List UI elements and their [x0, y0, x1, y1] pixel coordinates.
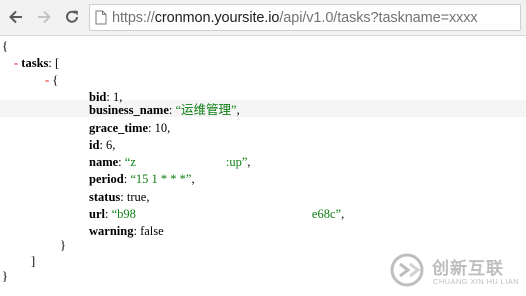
- json-close-brace: }: [2, 269, 8, 283]
- field-grace-time: grace_time: 10,: [89, 121, 171, 135]
- name-value-start: “z: [124, 155, 136, 169]
- warning-key: warning: [89, 224, 134, 238]
- field-name: name: “z:up”,: [89, 155, 251, 169]
- field-id: id: 6,: [89, 138, 116, 152]
- url-value-end: e68c”: [311, 207, 342, 221]
- reload-icon: [66, 10, 78, 23]
- json-open-brace: {: [2, 39, 8, 53]
- business-name-key: business_name: [89, 103, 169, 117]
- url-value-start: “b98: [111, 207, 136, 221]
- field-url: url: “b98 e68c”,: [89, 207, 345, 221]
- id-key: id: [89, 138, 100, 152]
- watermark: 创新互联 CHUANG XIN HU LIAN: [390, 250, 522, 290]
- task-item-open-line: - {: [45, 73, 58, 87]
- tasks-key: tasks: [21, 56, 49, 70]
- grace-time-value: 10: [154, 121, 168, 135]
- field-bid: bid: 1,: [89, 90, 123, 104]
- forward-button[interactable]: [33, 6, 55, 28]
- redacted-region: [135, 207, 312, 220]
- url-host: cronmon.yoursite.io: [154, 9, 280, 26]
- back-arrow-icon: [9, 10, 22, 24]
- period-value: “15 1 * * *”: [130, 172, 192, 186]
- warning-value: false: [140, 224, 164, 238]
- id-value: 6: [106, 138, 113, 152]
- watermark-text-en: CHUANG XIN HU LIAN: [433, 277, 519, 286]
- page-icon: [90, 5, 112, 30]
- redacted-region: [135, 155, 226, 168]
- task-item-close-brace: }: [60, 238, 66, 252]
- watermark-text-cn: 创新互联: [432, 259, 504, 279]
- highlighted-row: [0, 100, 526, 117]
- bid-key: bid: [89, 90, 107, 104]
- task-item-open-brace: {: [52, 73, 59, 87]
- tasks-collapse-toggle[interactable]: -: [14, 56, 18, 70]
- url-text: https://cronmon.yoursite.io/api/v1.0/tas…: [112, 10, 478, 26]
- business-name-value: “运维管理”: [175, 103, 237, 117]
- name-value-end: :up”: [225, 155, 248, 169]
- back-button[interactable]: [5, 6, 27, 28]
- status-key: status: [89, 190, 121, 204]
- tasks-close-bracket: ]: [31, 254, 36, 268]
- url-path: /api/v1.0/tasks?taskname=xxxx: [279, 9, 478, 26]
- watermark-logo-icon: [390, 253, 424, 287]
- task-item-collapse-toggle[interactable]: -: [45, 73, 49, 87]
- name-key: name: [89, 155, 119, 169]
- field-period: period: “15 1 * * *”,: [89, 172, 195, 186]
- url-scheme: https://: [112, 9, 155, 26]
- reload-button[interactable]: [61, 6, 83, 28]
- field-business-name: business_name: “运维管理”,: [89, 103, 240, 117]
- field-warning: warning: false: [89, 224, 164, 238]
- browser-toolbar: https://cronmon.yoursite.io/api/v1.0/tas…: [0, 0, 526, 36]
- period-key: period: [89, 172, 124, 186]
- forward-arrow-icon: [38, 10, 51, 24]
- tasks-open-bracket: [: [55, 56, 60, 70]
- field-status: status: true,: [89, 190, 150, 204]
- address-bar[interactable]: https://cronmon.yoursite.io/api/v1.0/tas…: [89, 4, 521, 31]
- bid-value: 1: [113, 90, 120, 104]
- tasks-line: - tasks: [: [14, 56, 60, 70]
- status-value: true: [126, 190, 147, 204]
- grace-time-key: grace_time: [89, 121, 148, 135]
- url-key: url: [89, 207, 105, 221]
